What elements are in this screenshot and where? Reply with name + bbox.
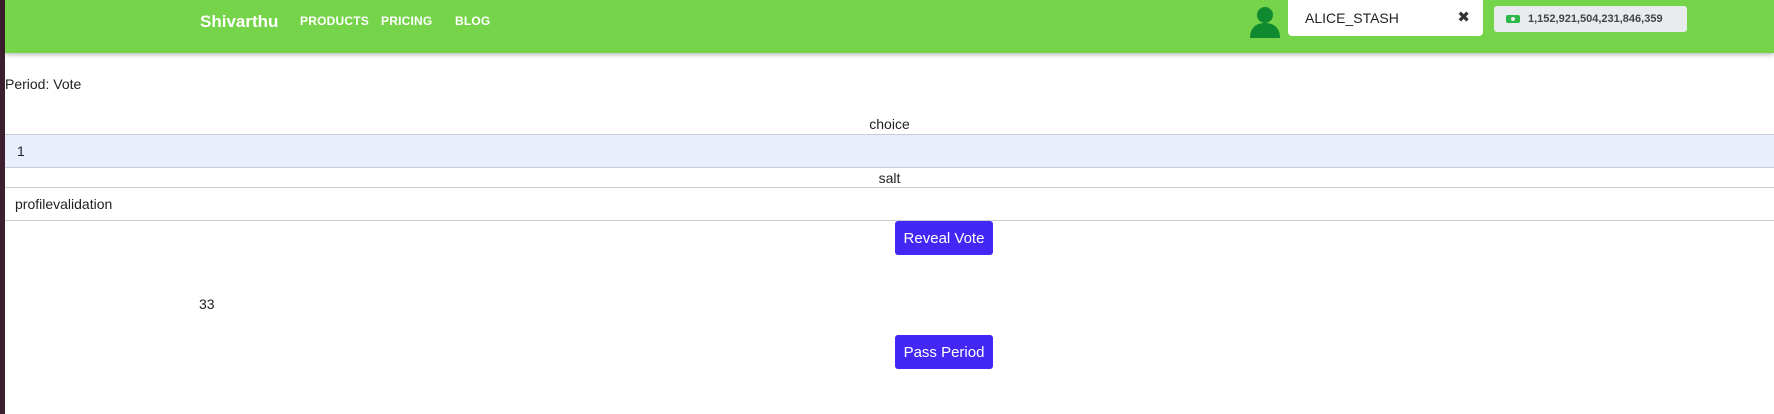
choice-input[interactable]: 1	[5, 134, 1774, 168]
period-label: Period: Vote	[5, 76, 82, 92]
close-icon[interactable]: ✖	[1457, 8, 1470, 26]
choice-label: choice	[869, 116, 910, 132]
money-icon	[1506, 15, 1520, 23]
user-avatar-icon[interactable]	[1247, 4, 1283, 40]
balance-value: 1,152,921,504,231,846,359	[1528, 13, 1663, 25]
brand-logo-text[interactable]: Shivarthu	[200, 12, 278, 32]
salt-value: profilevalidation	[15, 196, 113, 212]
nav-link-products[interactable]: PRODUCTS	[300, 14, 369, 28]
reveal-vote-button[interactable]: Reveal Vote	[895, 221, 993, 255]
counter-value: 33	[199, 296, 215, 312]
choice-value: 1	[17, 143, 25, 159]
account-name: ALICE_STASH	[1305, 10, 1399, 26]
salt-input[interactable]: profilevalidation	[5, 187, 1774, 221]
salt-label: salt	[878, 170, 901, 186]
pass-period-button[interactable]: Pass Period	[895, 335, 993, 369]
account-selector[interactable]: ALICE_STASH ✖	[1288, 0, 1483, 36]
nav-link-pricing[interactable]: PRICING	[381, 14, 432, 28]
balance-badge: 1,152,921,504,231,846,359	[1494, 6, 1687, 32]
nav-link-blog[interactable]: BLOG	[455, 14, 490, 28]
